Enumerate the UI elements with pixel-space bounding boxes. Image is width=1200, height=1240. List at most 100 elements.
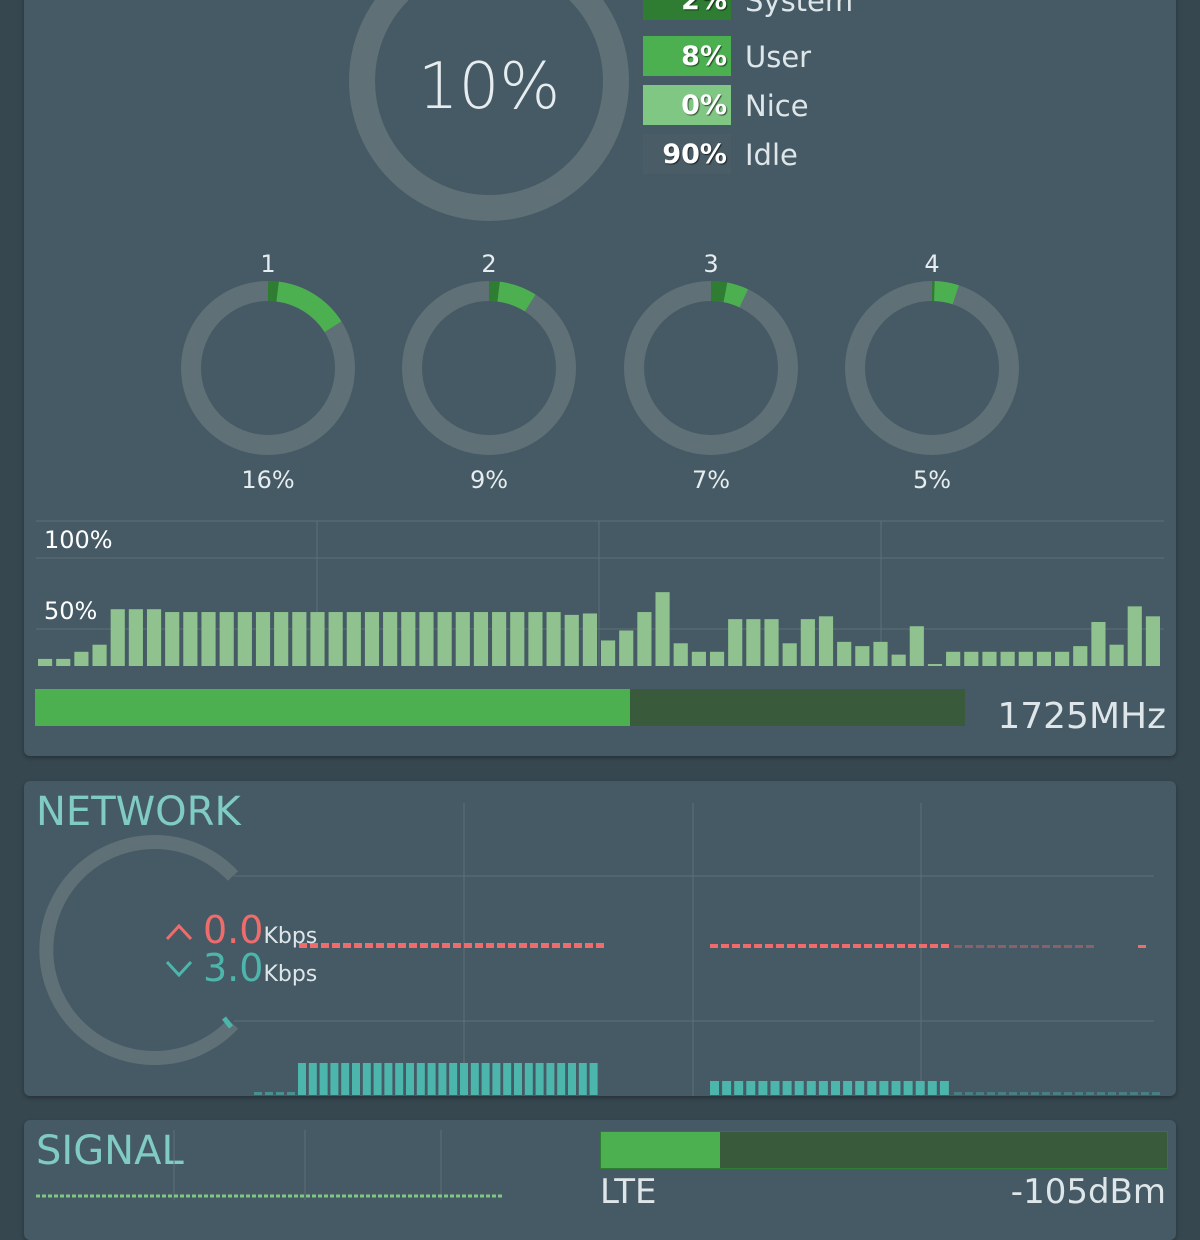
history-bar (38, 659, 52, 666)
upload-dash (930, 944, 938, 948)
history-bar (1037, 652, 1051, 666)
history-bar (637, 612, 651, 666)
history-bar (1073, 646, 1087, 666)
download-bar (843, 1081, 852, 1095)
download-bar (298, 1063, 306, 1095)
download-bar (916, 1081, 925, 1095)
history-bar (783, 643, 797, 666)
history-bar (655, 592, 669, 666)
history-bar (92, 645, 106, 666)
download-bar (471, 1063, 479, 1095)
download-bar (514, 1063, 522, 1095)
history-bar (419, 612, 433, 666)
signal-strength-value: -105dBm (1011, 1172, 1166, 1212)
download-bar (746, 1081, 755, 1095)
history-bar (710, 652, 724, 666)
upload-dash (831, 944, 839, 948)
download-bar (807, 1081, 816, 1095)
upload-dash (519, 943, 527, 948)
history-bar (565, 615, 579, 666)
history-bar (746, 619, 760, 666)
history-bar (147, 609, 161, 666)
history-bar (183, 612, 197, 666)
history-bar (438, 612, 452, 666)
upload-dash (787, 944, 795, 948)
history-bar (855, 646, 869, 666)
history-bar (946, 652, 960, 666)
upload-dash (585, 943, 593, 948)
upload-dash (864, 944, 872, 948)
download-bar (1064, 1092, 1072, 1095)
history-bar (129, 609, 143, 666)
upload-dash (552, 943, 560, 948)
network-chart (24, 781, 1176, 1096)
download-bar (1031, 1092, 1039, 1095)
upload-dash (1042, 945, 1050, 948)
upload-dash (453, 943, 461, 948)
download-bar (557, 1063, 565, 1095)
history-bar (964, 652, 978, 666)
signal-strength-fill (601, 1132, 720, 1168)
upload-dash (976, 945, 984, 948)
download-bar (879, 1081, 888, 1095)
history-bar (365, 612, 379, 666)
upload-dash (508, 943, 516, 948)
download-bar (460, 1063, 468, 1095)
upload-dash (409, 943, 417, 948)
upload-dash (941, 944, 949, 948)
download-bar (449, 1063, 457, 1095)
history-bar (310, 612, 324, 666)
signal-strength-bar (600, 1131, 1168, 1169)
upload-dash (965, 945, 973, 948)
download-bar (503, 1063, 511, 1095)
download-bar (954, 1092, 962, 1095)
upload-dash (919, 944, 927, 948)
download-bar (406, 1063, 414, 1095)
upload-dash (809, 944, 817, 948)
history-bar (510, 612, 524, 666)
history-bar (1019, 652, 1033, 666)
upload-dash (1031, 945, 1039, 948)
history-bar (292, 612, 306, 666)
download-bar (363, 1063, 371, 1095)
history-bar (1128, 606, 1142, 666)
upload-dash (732, 944, 740, 948)
history-bar (547, 612, 561, 666)
download-bar (1130, 1092, 1138, 1095)
download-bar (482, 1063, 490, 1095)
history-bar (601, 640, 615, 666)
upload-dash (765, 944, 773, 948)
frequency-label: 1725MHz (997, 696, 1166, 737)
history-bar (819, 616, 833, 666)
upload-dash (321, 943, 329, 948)
upload-dash (987, 945, 995, 948)
history-bar (1055, 652, 1069, 666)
download-bar (722, 1081, 731, 1095)
upload-dash (343, 943, 351, 948)
download-bar (579, 1063, 587, 1095)
download-bar (710, 1081, 719, 1095)
upload-dash (596, 943, 604, 948)
download-bar (1086, 1092, 1094, 1095)
upload-dash (954, 945, 962, 948)
upload-dash (1064, 945, 1072, 948)
history-bar (220, 612, 234, 666)
history-bar (674, 643, 688, 666)
download-bar (1108, 1092, 1116, 1095)
history-bar (256, 612, 270, 666)
history-bar (764, 619, 778, 666)
history-bar (329, 612, 343, 666)
download-bar (998, 1092, 1006, 1095)
history-bar (801, 619, 815, 666)
history-bar (111, 609, 125, 666)
upload-dash (776, 944, 784, 948)
history-bar (165, 612, 179, 666)
history-bar (238, 612, 252, 666)
download-bar (928, 1081, 937, 1095)
history-bar (928, 664, 942, 666)
signal-type: LTE (600, 1172, 657, 1212)
upload-dash (431, 943, 439, 948)
history-bar (692, 652, 706, 666)
upload-dash (354, 943, 362, 948)
download-bar (1119, 1092, 1127, 1095)
